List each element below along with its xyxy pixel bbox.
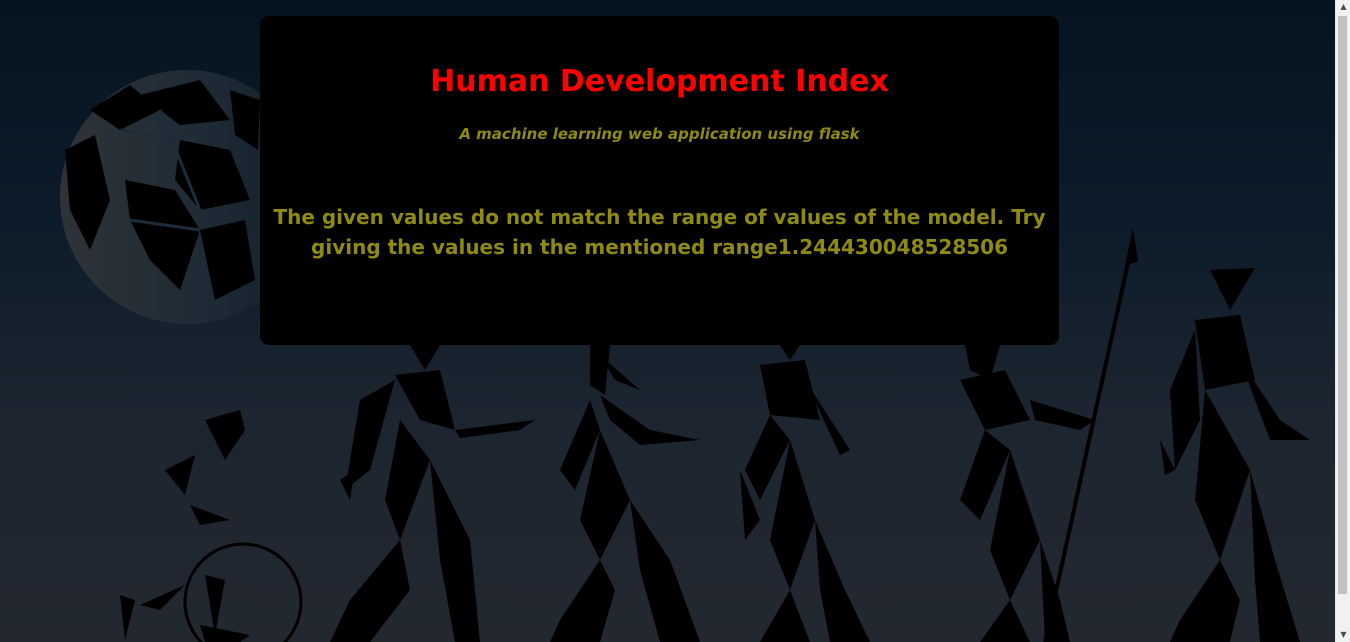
page-title: Human Development Index (430, 64, 889, 99)
result-card: Human Development Index A machine learni… (260, 16, 1059, 345)
prediction-message: The given values do not match the range … (273, 205, 1046, 259)
page-subtitle: A machine learning web application using… (459, 125, 860, 143)
page: Human Development Index A machine learni… (0, 0, 1335, 642)
scroll-thumb[interactable] (1338, 16, 1347, 594)
vertical-scrollbar[interactable]: ▲ ▼ (1335, 0, 1350, 642)
scroll-up-arrow-icon[interactable]: ▲ (1336, 0, 1350, 14)
scroll-down-arrow-icon[interactable]: ▼ (1336, 628, 1350, 642)
